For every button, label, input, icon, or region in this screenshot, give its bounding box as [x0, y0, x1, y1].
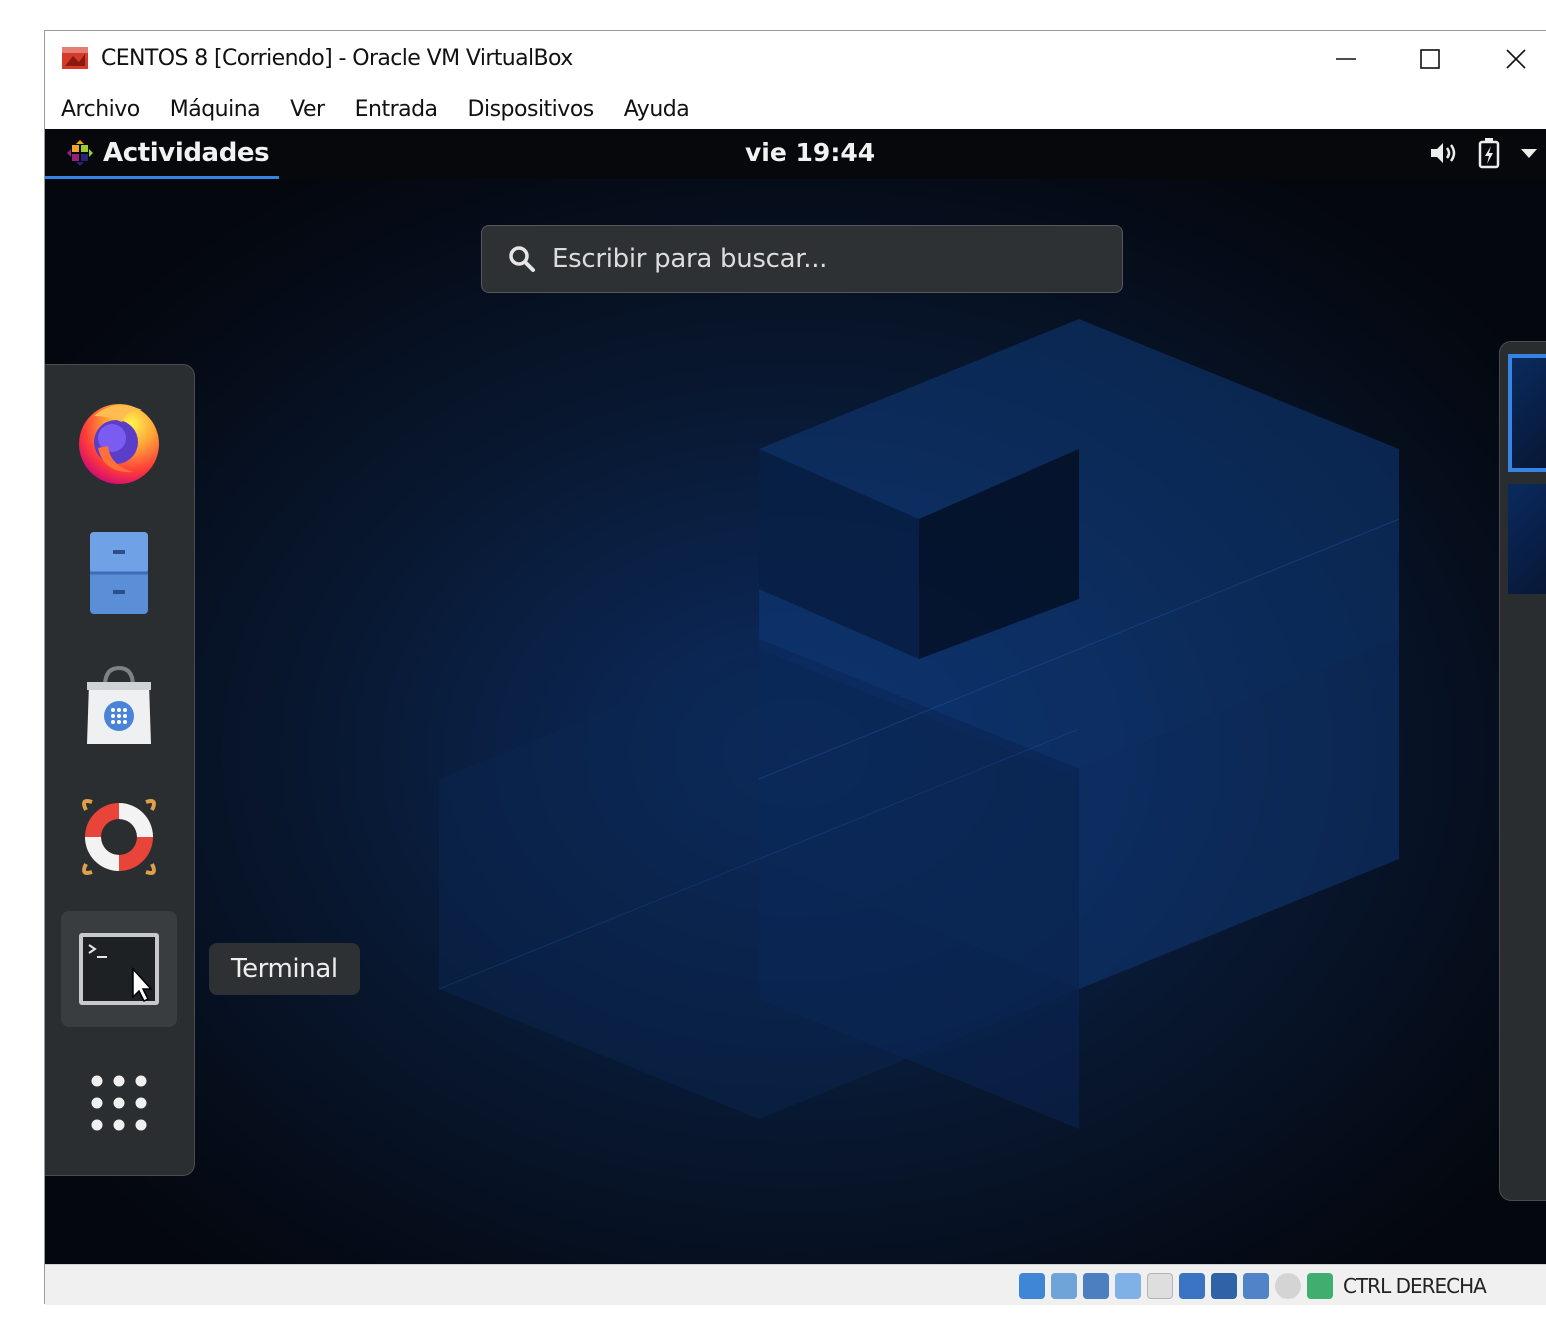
menu-bar: Archivo Máquina Ver Entrada Dispositivos…: [45, 89, 1546, 129]
dash: [45, 364, 195, 1176]
cpu-icon[interactable]: [1275, 1273, 1301, 1299]
display-icon[interactable]: [1211, 1273, 1237, 1299]
network-icon[interactable]: [1115, 1273, 1141, 1299]
shopping-bag-icon: [87, 665, 151, 744]
host-key-label: CTRL DERECHA: [1343, 1274, 1487, 1298]
workspace-thumbnail-2[interactable]: [1508, 484, 1546, 594]
activities-button[interactable]: Actividades: [45, 129, 279, 179]
desktop-wallpaper: [45, 129, 1546, 1264]
chevron-down-icon: [1521, 149, 1537, 158]
menu-ver[interactable]: Ver: [290, 97, 325, 122]
menu-maquina[interactable]: Máquina: [170, 97, 261, 122]
maximize-button[interactable]: [1407, 39, 1453, 79]
dash-item-firefox[interactable]: [61, 383, 177, 499]
volume-icon: [1431, 143, 1456, 163]
close-button[interactable]: [1493, 39, 1539, 79]
system-tray[interactable]: [1429, 137, 1539, 169]
minimize-icon: [1336, 58, 1356, 60]
menu-archivo[interactable]: Archivo: [61, 97, 140, 122]
guest-screen[interactable]: Actividades vie 19:44 Escribir para busc…: [45, 129, 1546, 1264]
video-capture-icon[interactable]: [1243, 1273, 1269, 1299]
file-cabinet-icon: [90, 532, 148, 614]
dash-item-files[interactable]: [61, 515, 177, 631]
show-applications-button[interactable]: [61, 1045, 177, 1161]
workspace-thumbnail-1[interactable]: [1508, 354, 1546, 472]
status-icons: CTRL DERECHA: [1019, 1273, 1487, 1299]
menu-entrada[interactable]: Entrada: [355, 97, 438, 122]
terminal-icon: [79, 933, 159, 1005]
dash-item-terminal[interactable]: [61, 911, 177, 1027]
activities-label: Actividades: [103, 137, 270, 168]
gnome-top-bar: Actividades vie 19:44: [45, 129, 1546, 179]
dash-item-software[interactable]: [61, 649, 177, 765]
lifebuoy-icon: [82, 799, 156, 875]
mouse-integration-icon[interactable]: [1307, 1273, 1333, 1299]
usb-icon[interactable]: [1147, 1273, 1173, 1299]
optical-drive-icon[interactable]: [1051, 1273, 1077, 1299]
minimize-button[interactable]: [1323, 39, 1369, 79]
window-title: CENTOS 8 [Corriendo] - Oracle VM Virtual…: [101, 46, 573, 71]
close-icon: [1506, 49, 1526, 69]
clock[interactable]: vie 19:44: [745, 138, 875, 167]
hard-disk-icon[interactable]: [1019, 1273, 1045, 1299]
dash-tooltip: Terminal: [209, 943, 360, 995]
maximize-icon: [1420, 49, 1440, 69]
firefox-icon: [79, 404, 159, 484]
status-bar: CTRL DERECHA: [45, 1264, 1546, 1305]
search-placeholder: Escribir para buscar...: [552, 244, 828, 274]
search-icon: [509, 246, 535, 272]
dash-item-help[interactable]: [61, 779, 177, 895]
app-grid-icon: [91, 1075, 147, 1131]
workspace-switcher: [1499, 341, 1546, 1201]
shared-folders-icon[interactable]: [1179, 1273, 1205, 1299]
virtualbox-window: CENTOS 8 [Corriendo] - Oracle VM Virtual…: [44, 30, 1546, 1305]
menu-dispositivos[interactable]: Dispositivos: [468, 97, 595, 122]
search-input[interactable]: Escribir para buscar...: [481, 225, 1123, 293]
title-bar[interactable]: CENTOS 8 [Corriendo] - Oracle VM Virtual…: [45, 31, 1546, 87]
centos-logo-icon: [67, 139, 93, 166]
audio-icon[interactable]: [1083, 1273, 1109, 1299]
menu-ayuda[interactable]: Ayuda: [624, 97, 690, 122]
battery-icon: [1478, 138, 1500, 169]
virtualbox-app-icon: [62, 47, 88, 69]
